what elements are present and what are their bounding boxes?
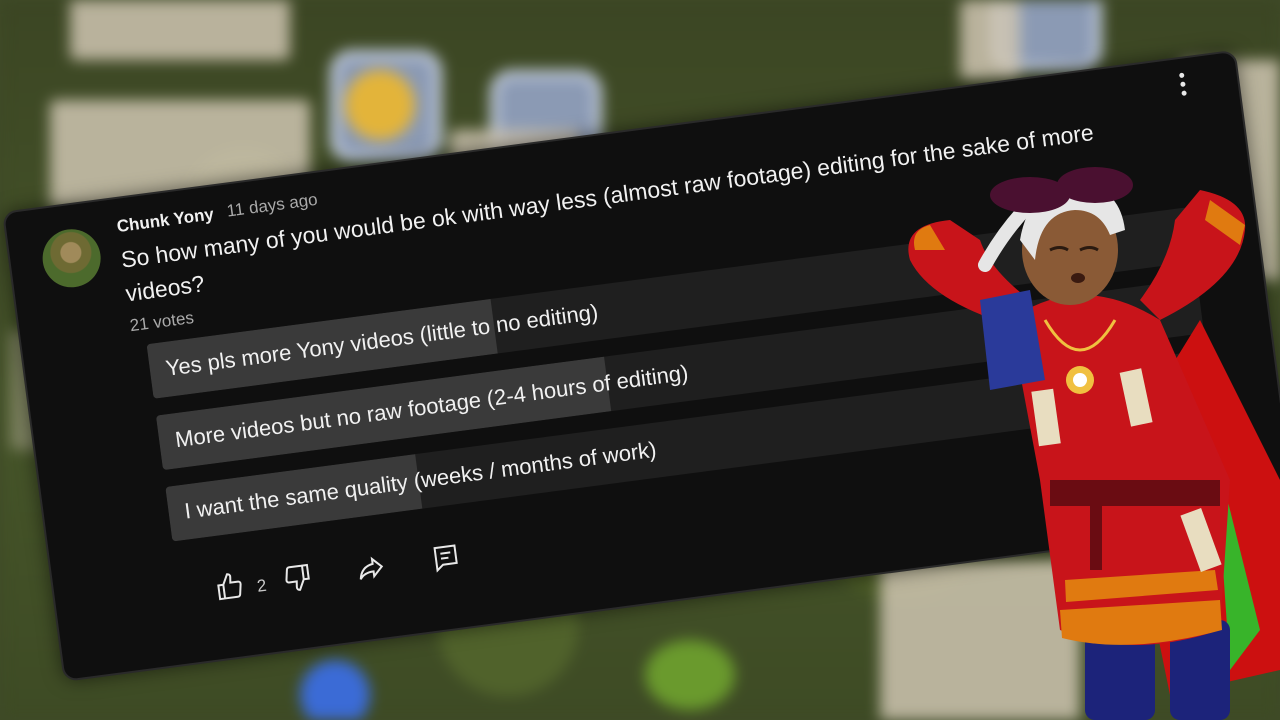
comment-timestamp[interactable]: 11 days ago	[226, 190, 319, 222]
comment-icon[interactable]	[429, 541, 463, 580]
share-icon[interactable]	[354, 551, 388, 590]
comment-actions: 2	[213, 544, 458, 614]
red-robed-character-illustration	[908, 167, 1280, 720]
author-avatar[interactable]	[39, 225, 105, 291]
poll-vote-count: 21 votes	[128, 307, 195, 336]
like-count: 2	[255, 575, 268, 596]
more-vert-icon[interactable]	[1176, 72, 1189, 97]
thumb-up-icon[interactable]	[213, 570, 247, 609]
thumb-down-icon[interactable]	[280, 561, 314, 600]
